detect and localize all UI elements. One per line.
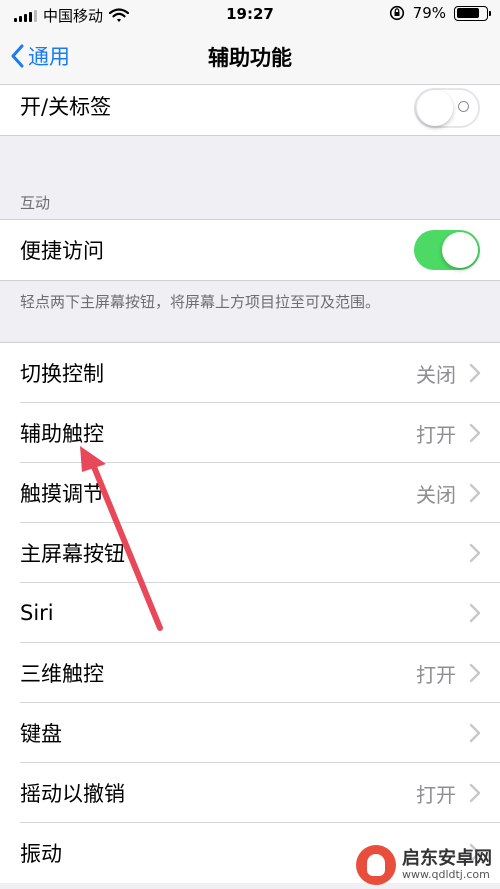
row-label: 切换控制 <box>20 362 104 386</box>
row-label: 辅助触控 <box>20 422 104 446</box>
battery-percent: 79% <box>412 4 446 22</box>
separator <box>0 280 500 281</box>
list-item[interactable]: 主屏幕按钮 <box>0 523 500 583</box>
row-label: 键盘 <box>20 722 62 746</box>
reachability-toggle[interactable] <box>414 230 480 270</box>
status-right-group: 79% <box>389 4 491 22</box>
navigation-bar: 通用 辅助功能 <box>0 30 500 85</box>
orientation-lock-icon <box>389 5 404 21</box>
row-label: 开/关标签 <box>20 95 112 119</box>
row-label: 振动 <box>20 842 62 866</box>
list-item[interactable]: 摇动以撤销 打开 <box>0 763 500 823</box>
section-header-interaction: 互动 <box>20 194 51 212</box>
row-value: 关闭 <box>416 362 456 387</box>
status-bar: 中国移动 19:27 79% <box>0 0 500 30</box>
separator <box>0 135 500 136</box>
list-item[interactable]: 键盘 <box>0 703 500 763</box>
watermark-main: 启东安卓网 <box>402 848 492 870</box>
list-item[interactable]: 三维触控 打开 <box>0 643 500 703</box>
list-item[interactable]: Siri <box>0 583 500 643</box>
chevron-right-icon <box>469 663 481 683</box>
watermark: 启东安卓网 www.qdldtj.com <box>356 845 492 885</box>
chevron-right-icon <box>469 483 481 503</box>
list-item[interactable]: 切换控制 关闭 <box>0 343 500 403</box>
chevron-right-icon <box>469 543 481 563</box>
toggle-knob <box>442 232 478 268</box>
battery-fill <box>456 8 480 18</box>
chevron-right-icon <box>469 603 481 623</box>
list-item[interactable]: 触摸调节 关闭 <box>0 463 500 523</box>
chevron-right-icon <box>469 423 481 443</box>
row-label: 便捷访问 <box>20 239 104 263</box>
row-label: 触摸调节 <box>20 482 104 506</box>
row-value: 打开 <box>416 782 456 807</box>
row-label: 三维触控 <box>20 662 104 686</box>
reachability-footer: 轻点两下主屏幕按钮，将屏幕上方项目拉至可及范围。 <box>20 293 381 311</box>
watermark-logo-icon <box>356 845 396 885</box>
row-label: 主屏幕按钮 <box>20 542 125 566</box>
reachability-row[interactable]: 便捷访问 <box>0 220 500 280</box>
toggle-knob <box>417 90 453 126</box>
chevron-right-icon <box>469 783 481 803</box>
watermark-sub: www.qdldtj.com <box>402 867 490 881</box>
page-title: 辅助功能 <box>208 46 292 70</box>
tab-labels-toggle[interactable] <box>414 88 480 128</box>
row-label: Siri <box>20 601 54 625</box>
tab-labels-row[interactable]: 开/关标签 <box>0 85 500 135</box>
chevron-right-icon <box>469 363 481 383</box>
chevron-right-icon <box>469 723 481 743</box>
battery-icon <box>454 5 491 21</box>
row-value: 打开 <box>416 662 456 687</box>
off-indicator-icon <box>458 101 469 112</box>
row-value: 关闭 <box>416 482 456 507</box>
list-item[interactable]: 辅助触控 打开 <box>0 403 500 463</box>
row-value: 打开 <box>416 422 456 447</box>
row-label: 摇动以撤销 <box>20 782 125 806</box>
